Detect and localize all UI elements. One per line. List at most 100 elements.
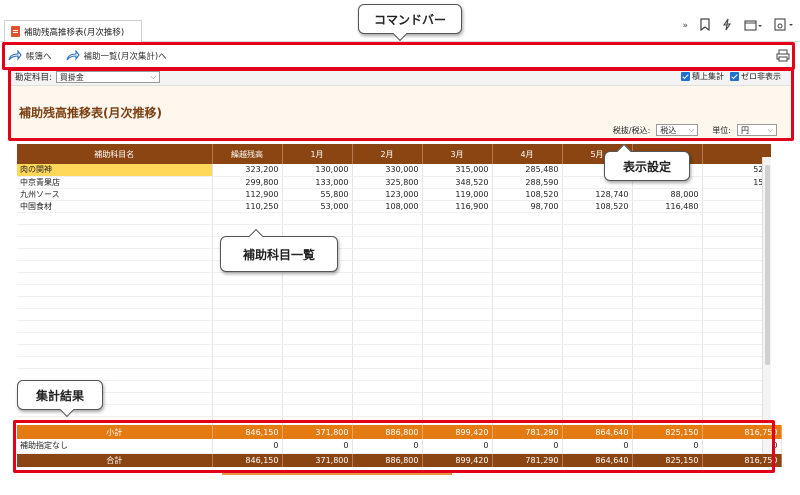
- account-label: 勘定科目:: [15, 73, 52, 83]
- tax-label: 税抜/税込:: [612, 125, 651, 135]
- empty-cell: [352, 356, 423, 369]
- empty-cell: [17, 224, 213, 237]
- empty-cell: [492, 284, 563, 297]
- empty-cell: [562, 320, 633, 333]
- column-header[interactable]: 4月: [492, 144, 563, 164]
- export-icon[interactable]: [774, 18, 794, 34]
- cumulative-checkbox[interactable]: 積上集計: [681, 71, 724, 82]
- balance-cell: 108,520: [492, 188, 563, 201]
- table-row[interactable]: 九州ソース 112,900 55,800 123,000 119,000 108,520 1…: [17, 188, 771, 201]
- empty-cell: [422, 284, 493, 297]
- empty-cell: [352, 212, 423, 225]
- empty-cell: [562, 260, 633, 273]
- total-value-cell: 0: [282, 439, 353, 454]
- total-value-cell: 825,150: [632, 453, 703, 467]
- checkbox-checked-icon: [681, 72, 690, 81]
- bookmark-icon[interactable]: [700, 18, 710, 34]
- empty-row: [17, 284, 771, 297]
- command-bar: 帳簿へ 補助一覧(月次集計)へ: [0, 43, 800, 68]
- empty-cell: [17, 356, 213, 369]
- empty-cell: [422, 308, 493, 321]
- empty-cell: [562, 332, 633, 345]
- back-to-ledger-button[interactable]: 帳簿へ: [8, 49, 52, 62]
- tab-report[interactable]: 補助残高推移表(月次推移): [4, 20, 142, 42]
- empty-cell: [282, 212, 353, 225]
- balance-cell: 520: [702, 164, 771, 177]
- print-icon[interactable]: [776, 49, 790, 65]
- empty-cell: [562, 392, 633, 405]
- empty-cell: [352, 296, 423, 309]
- cumulative-label: 積上集計: [692, 72, 724, 81]
- column-header[interactable]: 2月: [352, 144, 423, 164]
- column-header[interactable]: [702, 144, 771, 164]
- subaccount-summary-button[interactable]: 補助一覧(月次集計)へ: [65, 49, 167, 62]
- callout-text: 集計結果: [35, 388, 84, 403]
- empty-cell: [282, 296, 353, 309]
- empty-row: [17, 392, 771, 405]
- empty-cell: [562, 404, 633, 417]
- total-value-cell: 886,800: [352, 425, 423, 439]
- grand-total-row: 合計 846,150 371,800 886,800 899,420 781,290 864…: [17, 453, 782, 467]
- empty-cell: [17, 272, 213, 285]
- balance-cell: 325,800: [352, 176, 423, 189]
- tax-select[interactable]: 税込 ⌵: [656, 124, 699, 136]
- subaccount-name-cell: 中国食材: [17, 200, 213, 213]
- hide-zero-label: ゼロ非表示: [741, 72, 781, 81]
- empty-cell: [282, 284, 353, 297]
- empty-cell: [632, 284, 703, 297]
- horizontal-scrollbar[interactable]: [222, 472, 452, 475]
- column-header[interactable]: 補助科目名: [17, 144, 213, 164]
- column-header[interactable]: 1月: [282, 144, 353, 164]
- empty-cell: [562, 308, 633, 321]
- hide-zero-checkbox[interactable]: ゼロ非表示: [730, 71, 781, 82]
- empty-cell: [492, 248, 563, 261]
- empty-cell: [632, 296, 703, 309]
- empty-cell: [492, 344, 563, 357]
- table-row[interactable]: 中国食材 110,250 53,000 108,000 116,900 98,700 108…: [17, 200, 771, 213]
- column-header[interactable]: 3月: [422, 144, 493, 164]
- empty-cell: [352, 392, 423, 405]
- empty-cell: [492, 320, 563, 333]
- subaccount-name-cell: 肉の関神: [17, 164, 213, 177]
- vertical-scrollbar[interactable]: [762, 157, 771, 456]
- empty-cell: [562, 212, 633, 225]
- empty-cell: [632, 356, 703, 369]
- unit-select[interactable]: 円 ⌵: [737, 124, 777, 136]
- balance-cell: 119,000: [422, 188, 493, 201]
- column-header[interactable]: 繰越残高: [212, 144, 283, 164]
- empty-cell: [702, 332, 771, 345]
- empty-cell: [422, 332, 493, 345]
- empty-row: [17, 248, 771, 261]
- empty-cell: [632, 224, 703, 237]
- balance-cell: [702, 200, 771, 213]
- empty-cell: [212, 284, 283, 297]
- empty-cell: [632, 260, 703, 273]
- lightning-icon[interactable]: [722, 18, 732, 34]
- window-icon[interactable]: [744, 19, 762, 34]
- empty-cell: [492, 272, 563, 285]
- total-value-cell: 0: [422, 439, 493, 454]
- balance-cell: 130,000: [282, 164, 353, 177]
- empty-cell: [17, 320, 213, 333]
- empty-cell: [562, 368, 633, 381]
- empty-row: [17, 212, 771, 225]
- empty-cell: [17, 260, 213, 273]
- balance-cell: 108,000: [352, 200, 423, 213]
- total-value-cell: 816,750: [702, 453, 782, 467]
- empty-cell: [352, 368, 423, 381]
- more-chevrons-icon[interactable]: »: [682, 21, 688, 31]
- empty-cell: [562, 248, 633, 261]
- empty-cell: [492, 392, 563, 405]
- empty-cell: [702, 308, 771, 321]
- empty-cell: [17, 284, 213, 297]
- empty-cell: [702, 224, 771, 237]
- account-select[interactable]: 買掛金 ⌵: [55, 71, 160, 83]
- callout-text: 補助科目一覧: [242, 247, 315, 262]
- empty-cell: [492, 212, 563, 225]
- subaccount-name-cell: 中京青果店: [17, 176, 213, 189]
- account-value: 買掛金: [59, 72, 84, 82]
- scrollbar-thumb[interactable]: [765, 165, 770, 365]
- empty-cell: [352, 272, 423, 285]
- total-value-cell: 899,420: [422, 425, 493, 439]
- empty-cell: [492, 236, 563, 249]
